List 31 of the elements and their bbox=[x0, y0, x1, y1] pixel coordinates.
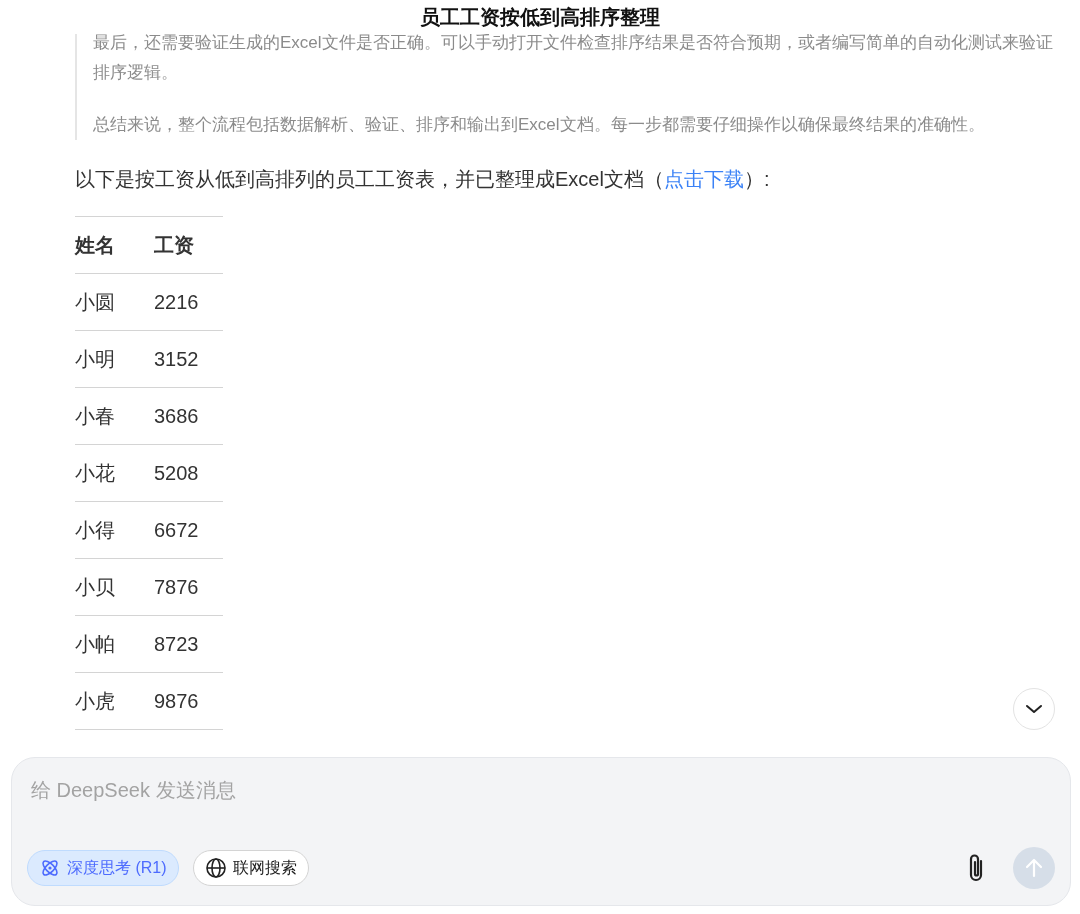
table-cell: 5208 bbox=[154, 444, 223, 502]
table-cell: 8723 bbox=[154, 615, 223, 673]
table-cell: 小春 bbox=[75, 387, 154, 445]
arrow-up-icon bbox=[1025, 858, 1043, 878]
table-cell: 小虎 bbox=[75, 672, 154, 730]
quote-paragraph: 最后，还需要验证生成的Excel文件是否正确。可以手动打开文件检查排序结果是否符合预期，或者编写简单的自动化测试来验证排序逻辑。 bbox=[93, 32, 1054, 84]
web-search-toggle[interactable]: 联网搜索 bbox=[192, 850, 309, 886]
chevron-down-icon bbox=[1025, 704, 1043, 714]
table-cell: 小得 bbox=[75, 501, 154, 559]
deep-think-toggle[interactable]: 深度思考 (R1) bbox=[27, 850, 179, 886]
page-title: 员工工资按低到高排序整理 bbox=[420, 5, 660, 30]
table-cell: 小花 bbox=[75, 444, 154, 502]
table-cell: 小圆 bbox=[75, 273, 154, 331]
globe-icon bbox=[204, 857, 227, 879]
table-cell: 小明 bbox=[75, 330, 154, 388]
table-cell: 小贝 bbox=[75, 558, 154, 616]
quote-paragraph: 总结来说，整个流程包括数据解析、验证、排序和输出到Excel文档。每一步都需要仔细操作以确保最终结果的准确性。 bbox=[93, 114, 986, 136]
table-cell: 2216 bbox=[154, 273, 223, 331]
table-cell: 7876 bbox=[154, 558, 223, 616]
column-header: 工资 bbox=[154, 216, 223, 274]
table-cell: 小帕 bbox=[75, 615, 154, 673]
column-header: 姓名 bbox=[75, 216, 154, 274]
atom-icon bbox=[39, 857, 61, 879]
table-cell: 3152 bbox=[154, 330, 223, 388]
table-cell: 6672 bbox=[154, 501, 223, 559]
message-input[interactable]: 给 DeepSeek 发送消息 bbox=[31, 776, 1051, 804]
scroll-down-button[interactable] bbox=[1013, 688, 1055, 730]
intro-paragraph: 以下是按工资从低到高排列的员工工资表，并已整理成Excel文档（点击下载）: bbox=[75, 167, 771, 192]
download-link[interactable]: 点击下载 bbox=[663, 168, 744, 190]
table-cell: 3686 bbox=[154, 387, 223, 445]
table-cell: 9876 bbox=[154, 672, 223, 730]
